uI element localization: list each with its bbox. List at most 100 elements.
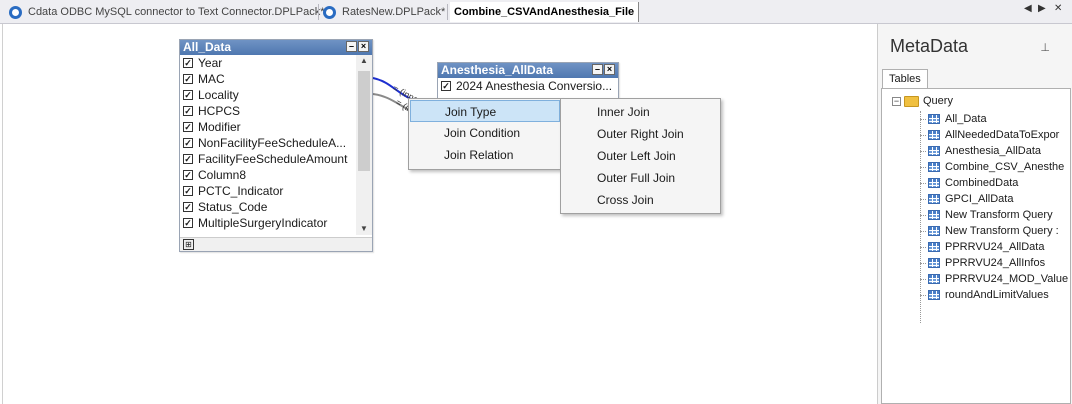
scroll-up-icon[interactable]: ▲ [360,56,368,65]
menu-item-label: Join Type [445,105,497,119]
menu-item-label: Outer Full Join [597,171,676,185]
close-icon[interactable]: × [358,41,369,52]
tree-item-label: All_Data [945,113,987,125]
table-title-bar[interactable]: All_Data – × [180,40,372,55]
tree-item[interactable]: New Transform Query : [920,223,1059,239]
menu-item-label: Join Relation [444,148,514,162]
folder-icon [904,95,919,107]
scroll-thumb[interactable] [358,71,370,171]
menu-item-outer-left-join[interactable]: Outer Left Join [563,145,718,167]
tree-item[interactable]: New Transform Query [920,207,1053,223]
tree-item[interactable]: roundAndLimitValues [920,287,1049,303]
link-context-menu: Join Type Join Condition Join Relation [408,98,562,170]
menu-item-label: Outer Left Join [597,149,676,163]
minimize-icon[interactable]: – [346,41,357,52]
field-name: Year [198,56,223,70]
tree-node-query[interactable]: − Query [892,95,953,107]
tree-item-label: Combine_CSV_Anesthe [945,161,1065,173]
tab-tables[interactable]: Tables [882,69,928,89]
checkbox-icon[interactable]: ✓ [183,90,193,100]
checkbox-icon[interactable]: ✓ [183,202,193,212]
field-name: FacilityFeeScheduleAmount [198,152,348,166]
tab-label: RatesNew.DPLPack* [342,6,446,18]
tab-cdata-connector[interactable]: Cdata ODBC MySQL connector to Text Conne… [9,2,325,22]
tab-label: Cdata ODBC MySQL connector to Text Conne… [28,6,325,18]
tree-item[interactable]: AllNeededDataToExpor [920,127,1059,143]
tab-ratesnew[interactable]: RatesNew.DPLPack* [323,2,445,22]
tree-item[interactable]: Anesthesia_AllData [920,143,1041,159]
field-row[interactable]: ✓ NonFacilityFeeScheduleA... [180,135,372,151]
field-row[interactable]: ✓ Modifier [180,119,372,135]
tree-item[interactable]: All_Data [920,111,987,127]
checkbox-icon[interactable]: ✓ [183,218,193,228]
table-icon [928,178,940,188]
table-all-data[interactable]: All_Data – × ✓ Year ✓ MAC ✓ Locality ✓ HCPCS… [179,39,373,252]
checkbox-icon[interactable]: ✓ [183,122,193,132]
tab-scroll-right-icon[interactable]: ▶ [1038,3,1046,14]
menu-item-inner-join[interactable]: Inner Join [563,101,718,123]
field-row[interactable]: ✓ PCTC_Indicator [180,183,372,199]
menu-item-join-condition[interactable]: Join Condition [410,122,560,144]
field-name: NonFacilityFeeScheduleA... [198,136,347,150]
expand-table-icon[interactable]: ⊞ [183,239,194,250]
tree-item-label: New Transform Query [945,209,1053,221]
tab-separator [447,4,448,20]
tree-item-label: AllNeededDataToExpor [945,129,1060,141]
field-row[interactable]: ✓ MAC [180,71,372,87]
menu-item-join-relation[interactable]: Join Relation [410,144,560,166]
minimize-icon[interactable]: – [592,64,603,75]
collapse-icon[interactable]: − [892,96,901,106]
field-row[interactable]: ✓ 2024 Anesthesia Conversio... [438,78,618,94]
field-row[interactable]: ✓ Status_Code [180,199,372,215]
table-footer: ⊞ [180,237,372,251]
tab-combine-csv[interactable]: Combine_CSVAndAnesthesia_File [450,2,640,22]
tree-item-label: CombinedData [945,177,1019,189]
tree-item[interactable]: PPRRVU24_MOD_Value [920,271,1068,287]
checkbox-icon[interactable]: ✓ [183,58,193,68]
checkbox-icon[interactable]: ✓ [183,138,193,148]
field-name: PCTC_Indicator [198,184,284,198]
tree-item[interactable]: PPRRVU24_AllInfos [920,255,1045,271]
field-row[interactable]: ✓ Column8 [180,167,372,183]
menu-item-join-type[interactable]: Join Type [410,100,560,122]
field-row[interactable]: ✓ Locality [180,87,372,103]
menu-item-outer-right-join[interactable]: Outer Right Join [563,123,718,145]
table-icon [928,258,940,268]
tab-scroll-left-icon[interactable]: ◀ [1024,3,1032,14]
checkbox-icon[interactable]: ✓ [183,186,193,196]
metadata-tree: − Query All_Data AllNeededDataToExpor An… [881,88,1071,404]
table-icon [928,194,940,204]
checkbox-icon[interactable]: ✓ [183,106,193,116]
table-title: All_Data [183,40,232,54]
table-icon [928,162,940,172]
checkbox-icon[interactable]: ✓ [183,170,193,180]
tree-item-label: Anesthesia_AllData [945,145,1042,157]
tree-item[interactable]: CombinedData [920,175,1018,191]
tree-item[interactable]: Combine_CSV_Anesthe [920,159,1064,175]
field-row[interactable]: ✓ Year [180,55,372,71]
field-name: Modifier [198,120,241,134]
document-tab-bar: Cdata ODBC MySQL connector to Text Conne… [0,0,1072,24]
pin-icon[interactable]: ⊥ [1040,41,1050,54]
close-icon[interactable]: × [604,64,615,75]
field-row[interactable]: ✓ MultipleSurgeryIndicator [180,215,372,231]
metadata-panel: MetaData ⊥ Tables − Query All_Data AllNe… [877,24,1072,404]
tree-item[interactable]: PPRRVU24_AllData [920,239,1044,255]
checkbox-icon[interactable]: ✓ [441,81,451,91]
close-icon[interactable]: ✕ [1054,3,1062,14]
menu-item-cross-join[interactable]: Cross Join [563,189,718,211]
checkbox-icon[interactable]: ✓ [183,154,193,164]
scroll-down-icon[interactable]: ▼ [360,224,368,233]
table-title-bar[interactable]: Anesthesia_AllData – × [438,63,618,78]
checkbox-icon[interactable]: ✓ [183,74,193,84]
vertical-scrollbar[interactable]: ▲ ▼ [356,55,372,235]
field-row[interactable]: ✓ HCPCS [180,103,372,119]
field-row[interactable]: ✓ FacilityFeeScheduleAmount [180,151,372,167]
tree-item-label: PPRRVU24_AllInfos [945,257,1046,269]
table-icon [928,226,940,236]
query-design-canvas[interactable]: = (inne = (inn All_Data – × ✓ Year ✓ MAC ✓… [2,24,876,404]
table-anesthesia-alldata[interactable]: Anesthesia_AllData – × ✓ 2024 Anesthesia … [437,62,619,102]
menu-item-outer-full-join[interactable]: Outer Full Join [563,167,718,189]
join-type-submenu: Inner Join Outer Right Join Outer Left J… [560,98,721,214]
tree-item[interactable]: GPCI_AllData [920,191,1013,207]
